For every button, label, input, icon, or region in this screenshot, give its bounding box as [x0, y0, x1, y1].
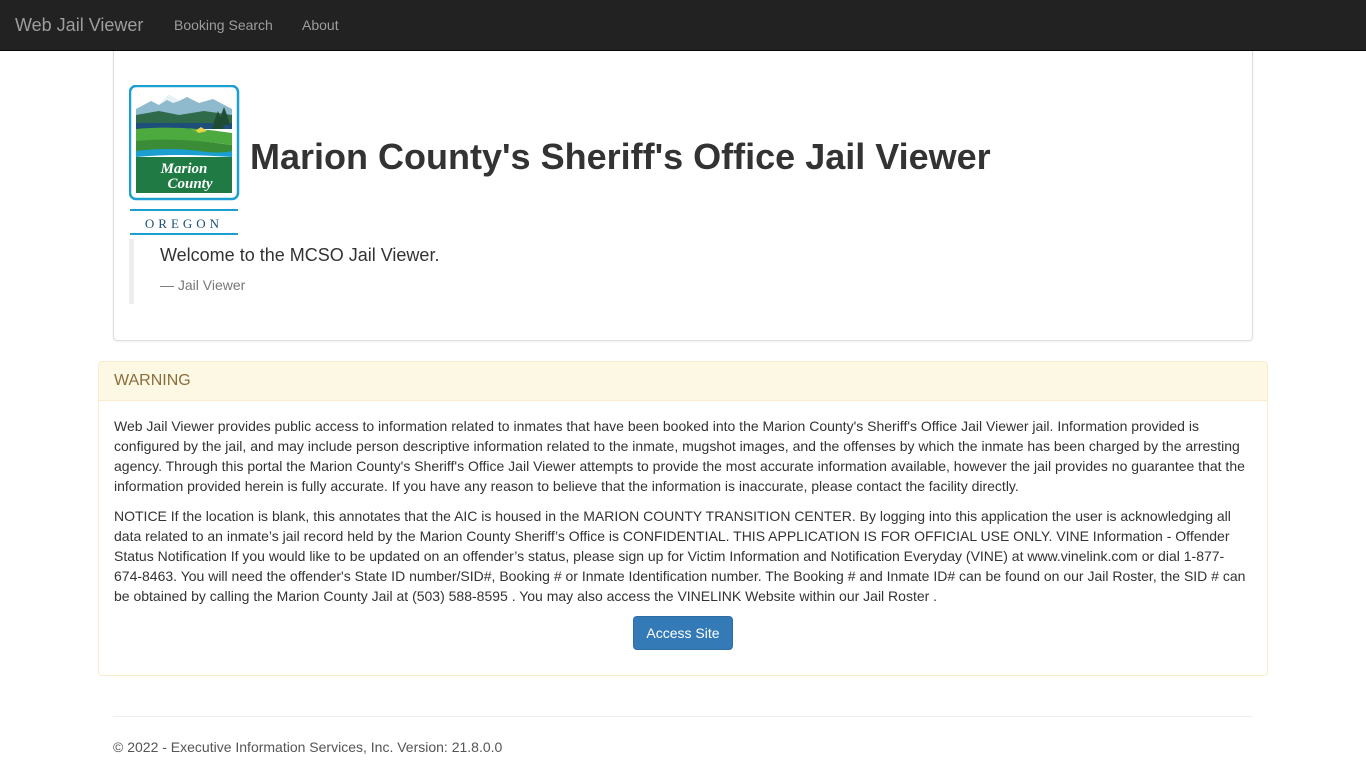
warning-body: Web Jail Viewer provides public access t… — [99, 401, 1267, 650]
footer-divider — [113, 716, 1253, 717]
warning-paragraph-disclaimer: Web Jail Viewer provides public access t… — [114, 418, 1245, 494]
marion-county-logo: Marion County OREGON — [129, 85, 240, 235]
welcome-blockquote: Welcome to the MCSO Jail Viewer. — Jail … — [129, 239, 729, 304]
access-site-button[interactable]: Access Site — [633, 616, 733, 650]
navbar-brand-link[interactable]: Web Jail Viewer — [15, 13, 143, 37]
nav-link-about[interactable]: About — [302, 16, 339, 34]
warning-panel: WARNING Web Jail Viewer provides public … — [98, 361, 1268, 676]
svg-text:Marion: Marion — [160, 161, 208, 177]
page-title: Marion County's Sheriff's Office Jail Vi… — [250, 136, 991, 177]
svg-text:OREGON: OREGON — [145, 216, 223, 231]
footer-copyright: © 2022 - Executive Information Services,… — [113, 739, 503, 755]
header-jumbotron: Marion County OREGON Marion County's She… — [113, 51, 1253, 341]
welcome-text: Welcome to the MCSO Jail Viewer. — [160, 245, 440, 265]
welcome-source: — Jail Viewer — [160, 277, 246, 293]
top-navbar: Web Jail Viewer Booking Search About — [0, 0, 1366, 51]
access-site-button-wrap: Access Site — [114, 616, 1252, 650]
warning-paragraph-notice: NOTICE If the location is blank, this an… — [114, 508, 1246, 604]
nav-link-booking-search[interactable]: Booking Search — [174, 16, 273, 34]
svg-text:County: County — [167, 176, 212, 192]
warning-heading: WARNING — [99, 362, 1267, 401]
